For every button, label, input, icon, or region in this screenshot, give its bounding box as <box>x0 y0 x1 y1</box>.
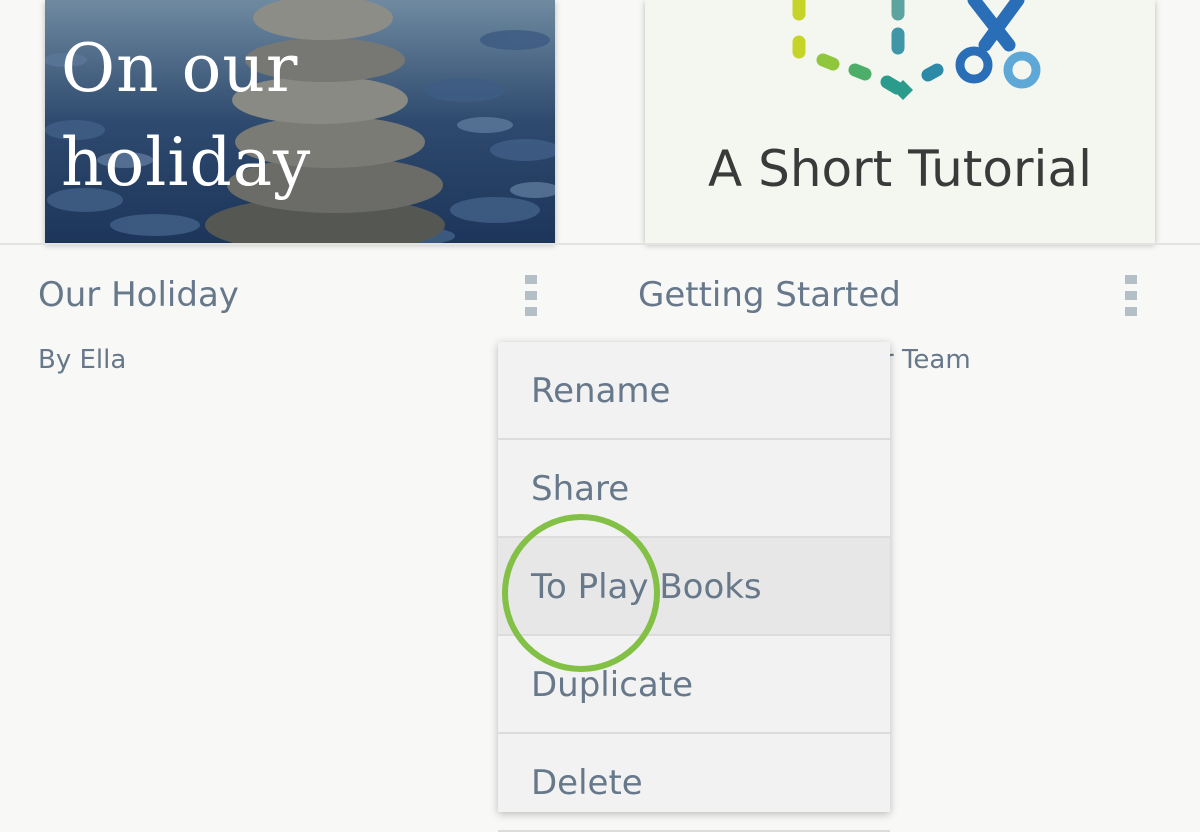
menu-item-label: Rename <box>531 371 671 411</box>
menu-item-to-play-books[interactable]: To Play Books <box>498 538 890 636</box>
cover-title-text: A Short Tutorial <box>708 140 1092 198</box>
book-title[interactable]: Our Holiday <box>38 275 239 315</box>
book-title[interactable]: Getting Started <box>638 275 901 315</box>
menu-item-rename[interactable]: Rename <box>498 342 890 440</box>
menu-item-share[interactable]: Share <box>498 440 890 538</box>
kebab-menu-icon[interactable] <box>525 275 537 317</box>
divider <box>0 243 1200 245</box>
kebab-menu-icon[interactable] <box>1125 275 1137 317</box>
book-author: By Ella <box>38 345 127 375</box>
context-menu: Rename Share To Play Books Duplicate Del… <box>498 342 890 832</box>
menu-item-label: Delete <box>531 763 643 803</box>
menu-item-duplicate[interactable]: Duplicate <box>498 636 890 734</box>
menu-item-label: Duplicate <box>531 665 693 705</box>
menu-item-delete[interactable]: Delete <box>498 734 890 832</box>
book-author: r Team <box>883 345 971 375</box>
book-cover-getting-started[interactable]: A Short Tutorial <box>645 0 1155 243</box>
menu-item-label: Share <box>531 469 630 509</box>
cover-title-text: On our holiday <box>61 30 312 201</box>
scissors-book-logo-icon <box>792 0 1041 100</box>
menu-item-label: To Play Books <box>531 567 762 607</box>
book-cover-our-holiday[interactable]: On our holiday <box>45 0 555 243</box>
